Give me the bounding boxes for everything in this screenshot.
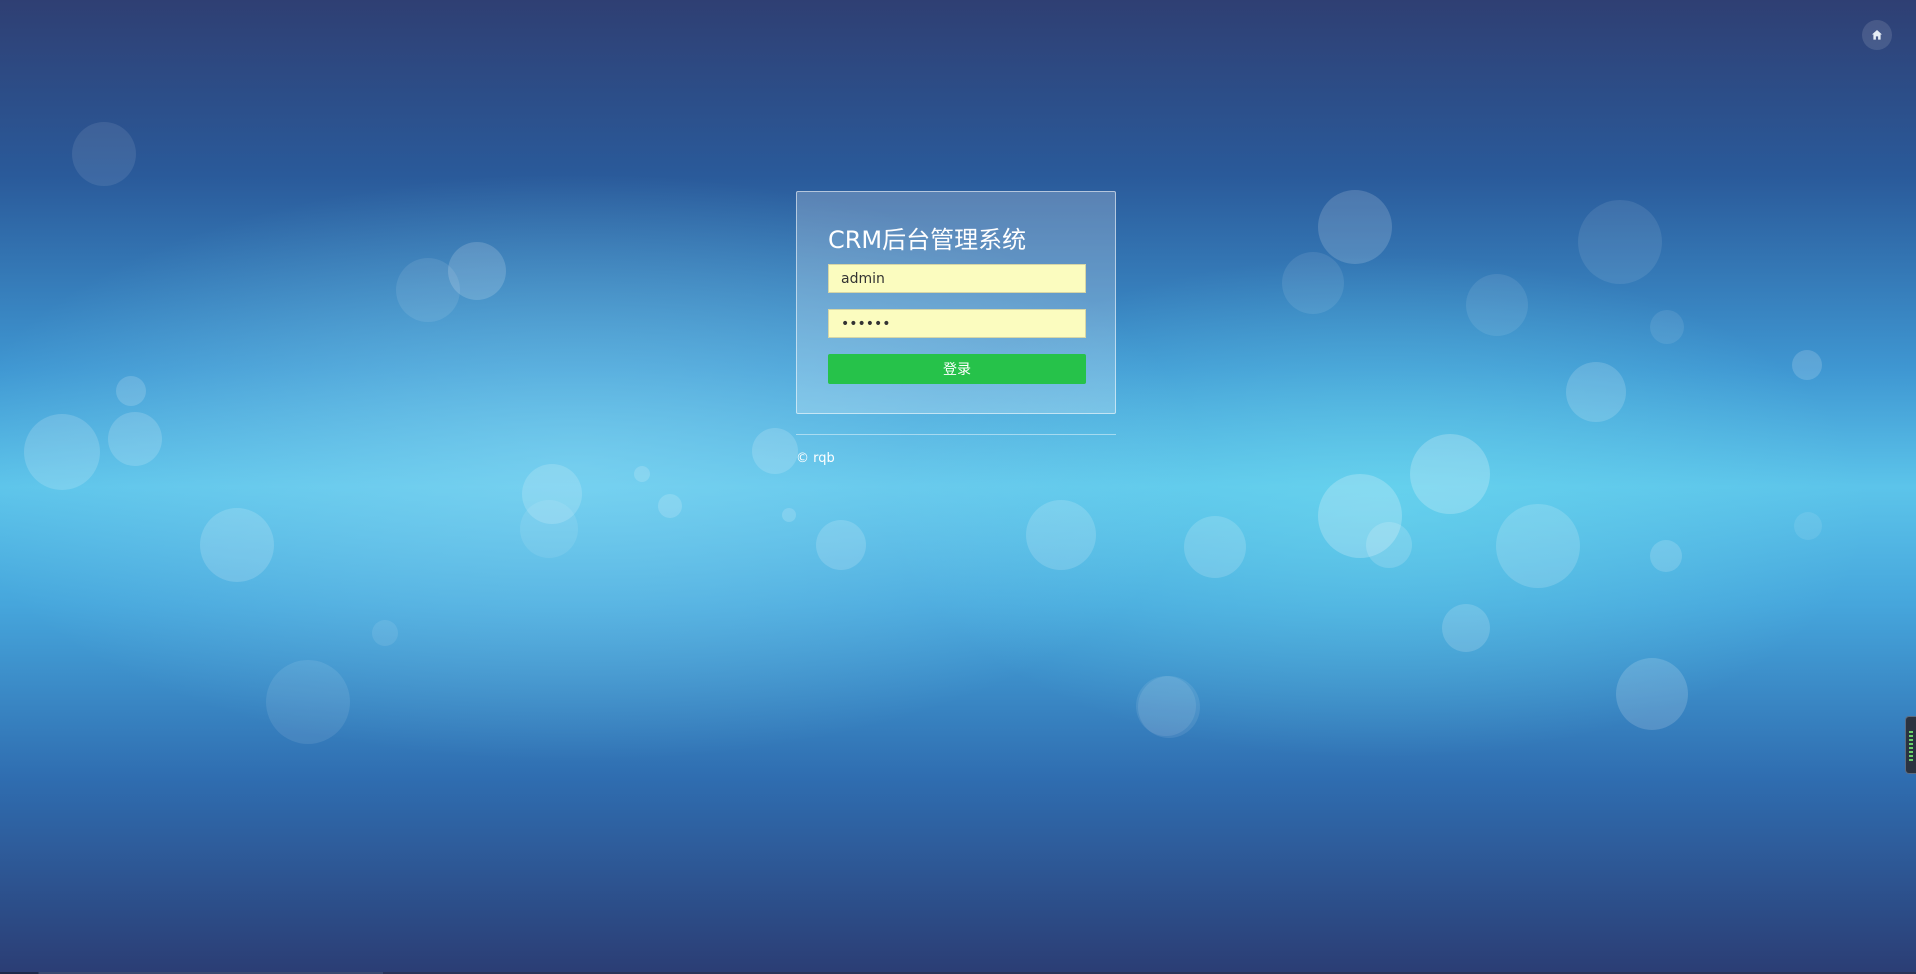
password-input[interactable] [828,309,1086,338]
background-bubble [520,500,578,558]
login-form: CRM后台管理系统 登录 [796,191,1116,414]
background-bubble [1496,504,1580,588]
background-bubble [782,508,796,522]
background-bubble [1318,190,1392,264]
background-bubble [1566,362,1626,422]
background-bubble [266,660,350,744]
background-bubble [1366,522,1412,568]
background-bubble [116,376,146,406]
copyright-text: © rqb [796,451,835,466]
home-button[interactable] [1862,20,1892,50]
background-bubble [1410,434,1490,514]
login-title: CRM后台管理系统 [828,226,1027,254]
level-bars-icon [1909,731,1913,761]
username-input[interactable] [828,264,1086,293]
background-bubble [658,494,682,518]
background-bubble [816,520,866,570]
background-bubble [1282,252,1344,314]
background-bubble [1650,540,1682,572]
footer-divider [796,434,1116,435]
login-page: CRM后台管理系统 登录 © rqb [0,0,1916,974]
background-bubble [1442,604,1490,652]
background-bubble [108,412,162,466]
background-bubble [372,620,398,646]
background-bubble [24,414,100,490]
background-bubble [1616,658,1688,730]
background-bubble [1794,512,1822,540]
background-bubble [634,466,650,482]
background-bubble [1184,516,1246,578]
side-panel-toggle[interactable] [1905,716,1916,774]
background-bubble [752,428,798,474]
home-icon [1871,26,1883,45]
background-bubble [1318,474,1402,558]
background-bubble [448,242,506,300]
background-bubble [522,464,582,524]
background-bubble [396,258,460,322]
background-bubble [1138,676,1200,738]
background-bubble [200,508,274,582]
background-bubble [1026,500,1096,570]
background-bubble [1466,274,1528,336]
background-bubble [1578,200,1662,284]
login-button[interactable]: 登录 [828,354,1086,384]
background-bubble [1792,350,1822,380]
background-bubble [72,122,136,186]
background-bubble [1650,310,1684,344]
background-bubble [1136,676,1196,736]
